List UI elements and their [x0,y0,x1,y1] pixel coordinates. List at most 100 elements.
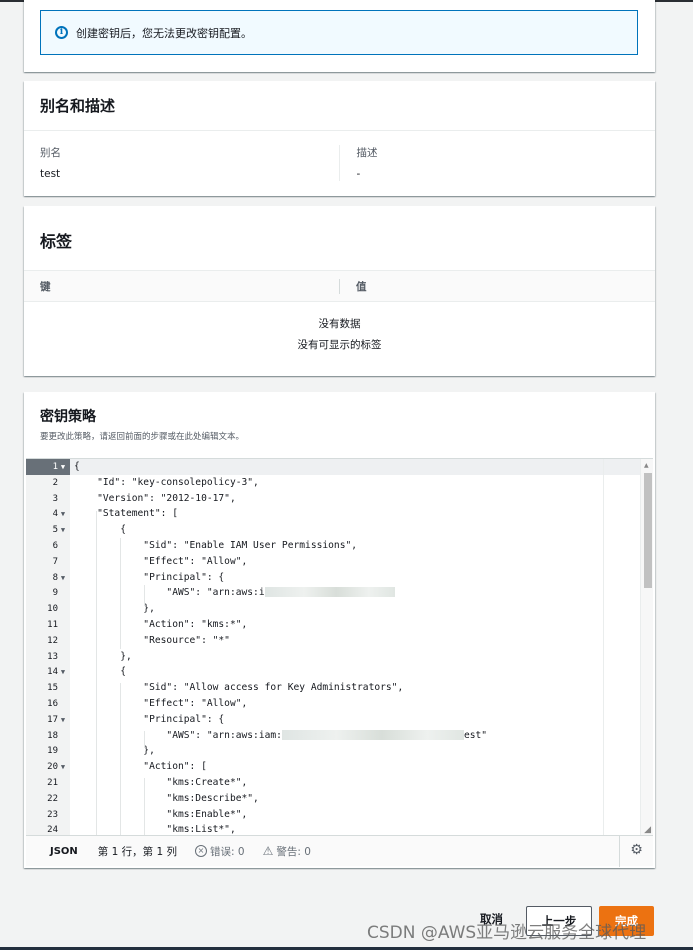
line-number: 9 [52,588,58,599]
tags-column-key: 键 [40,280,51,293]
tags-panel: 标签 键 值 没有数据 没有可显示的标签 [24,206,655,376]
tags-table-header: 键 值 [24,270,655,302]
alias-label: 别名 [40,147,61,159]
code-line: "kms:Describe*", [74,792,259,804]
editor-vertical-scrollbar[interactable]: ▲ [640,459,653,835]
warning-count-text: 警告: 0 [276,845,311,858]
code-line: "Resource": "*" [74,634,230,646]
indent-guide [144,730,145,749]
alias-column: 别名 test [40,145,339,181]
error-icon: × [195,845,208,857]
redacted-arn [281,729,464,740]
editor-code-area[interactable]: { "Id": "key-consolepolicy-3", "Version"… [70,459,640,835]
info-alert: i 创建密钥后，您无法更改密钥配置。 [40,10,638,55]
empty-state-title: 没有数据 [318,318,361,330]
line-number: 10 [47,604,58,615]
scroll-up-arrow-icon[interactable]: ▲ [644,462,649,469]
line-number: 24 [47,825,58,835]
tags-empty-state: 没有数据 没有可显示的标签 [24,316,655,352]
info-alert-text: 创建密钥后，您无法更改密钥配置。 [76,26,252,40]
resize-handle-icon[interactable]: ◢ [644,825,651,835]
print-margin [603,459,604,835]
line-number: 1 ▼ [26,459,70,475]
error-count-text: 错误: 0 [210,845,245,858]
indent-guide [144,585,145,606]
line-number: 8 ▼ [26,570,70,586]
tags-column-value: 值 [339,278,654,294]
code-line: "Action": "kms:*", [74,619,248,630]
tags-panel-header: 标签 [24,206,655,270]
line-number: 21 [47,778,58,788]
empty-state-subtitle: 没有可显示的标签 [297,339,382,351]
line-number: 14 ▼ [26,664,70,680]
alias-panel-header: 别名和描述 [24,81,655,131]
alias-kv-row: 别名 test 描述 - [24,131,655,181]
line-number: 20 ▼ [26,759,70,775]
info-icon: i [55,26,68,39]
code-line: }, [74,745,155,757]
line-number: 4 ▼ [26,506,70,522]
editor-status-bar: JSON 第 1 行，第 1 列 × 错误: 0 ⚠ 警告: 0 ⚙ [26,835,653,867]
indent-guide [96,511,97,835]
code-line: "kms:List*", [74,824,236,835]
code-line: "Action": [ [74,761,207,773]
line-number: 18 [47,730,58,741]
line-number: 23 [47,809,58,820]
code-line: "Effect": "Allow", [74,555,248,567]
settings-gear-icon[interactable]: ⚙ [619,836,653,867]
alias-value: test [40,168,61,180]
line-number: 5 ▼ [26,522,70,538]
indent-guide [120,683,121,835]
line-number: 15 [47,683,58,694]
fold-arrow-icon: ▼ [60,715,66,724]
editor-mode: JSON [50,845,78,857]
code-line: "Sid": "Enable IAM User Permissions", [74,540,358,551]
line-number: 11 [47,620,58,630]
code-line: "Statement": [ [74,508,178,520]
fold-arrow-icon: ▼ [60,526,66,535]
policy-code-editor[interactable]: 1 ▼ 2 3 4 ▼ 5 ▼ 6 7 8 ▼ 9 10 11 12 13 14 ▼ 15 16 17 ▼ 18 19 20 ▼ 21… [26,458,653,835]
line-number: 17 ▼ [26,712,70,728]
description-column: 描述 - [339,145,639,181]
code-line: "AWS": "arn:aws:i [74,585,395,601]
code-line: { [74,524,126,536]
key-policy-title: 密钥策略 [40,409,96,425]
code-line: "kms:Enable*", [74,808,248,820]
line-number: 2 [52,477,58,488]
redacted-arn [264,587,395,598]
warning-count[interactable]: ⚠ 警告: 0 [263,844,311,859]
line-number: 13 [47,651,58,662]
code-line: }, [74,603,155,615]
indent-guide [120,538,121,649]
code-line: { [74,461,80,472]
code-line: "Version": "2012-10-17", [74,492,236,504]
line-number: 22 [47,793,58,804]
indent-guide [144,778,145,835]
line-number: 6 [52,541,58,551]
code-line: }, [74,650,132,662]
error-count[interactable]: × 错误: 0 [195,844,245,859]
key-policy-panel: 密钥策略 要更改此策略，请返回前面的步骤或在此处编辑文本。 1 ▼ 2 3 4 ▼ 5 ▼ 6 7… [24,392,655,868]
editor-gutter: 1 ▼ 2 3 4 ▼ 5 ▼ 6 7 8 ▼ 9 10 11 12 13 14 ▼ 15 16 17 ▼ 18 19 20 ▼ 21… [26,459,70,835]
line-number: 12 [47,635,58,646]
key-policy-header: 密钥策略 要更改此策略，请返回前面的步骤或在此处编辑文本。 [24,392,655,458]
key-policy-description: 要更改此策略，请返回前面的步骤或在此处编辑文本。 [40,432,245,442]
alias-description-panel: 别名和描述 别名 test 描述 - [24,81,655,196]
fold-arrow-icon: ▼ [60,510,66,519]
code-line: "Id": "key-consolepolicy-3", [74,476,259,488]
description-value: - [356,168,361,180]
code-line: "Sid": "Allow access for Key Administrat… [74,682,404,694]
fold-arrow-icon: ▼ [60,763,66,772]
fold-arrow-icon: ▼ [60,668,66,677]
fold-arrow-icon: ▼ [60,463,66,471]
fold-arrow-icon: ▼ [60,573,66,582]
line-number: 7 [52,556,58,567]
code-line: "kms:Create*", [74,777,248,788]
line-number: 16 [47,699,58,709]
description-label: 描述 [356,147,378,159]
code-line: { [74,666,126,678]
active-line-highlight [70,459,640,475]
info-panel: i 创建密钥后，您无法更改密钥配置。 [24,0,655,72]
warning-icon: ⚠ [262,844,274,858]
scrollbar-thumb[interactable] [644,473,652,588]
